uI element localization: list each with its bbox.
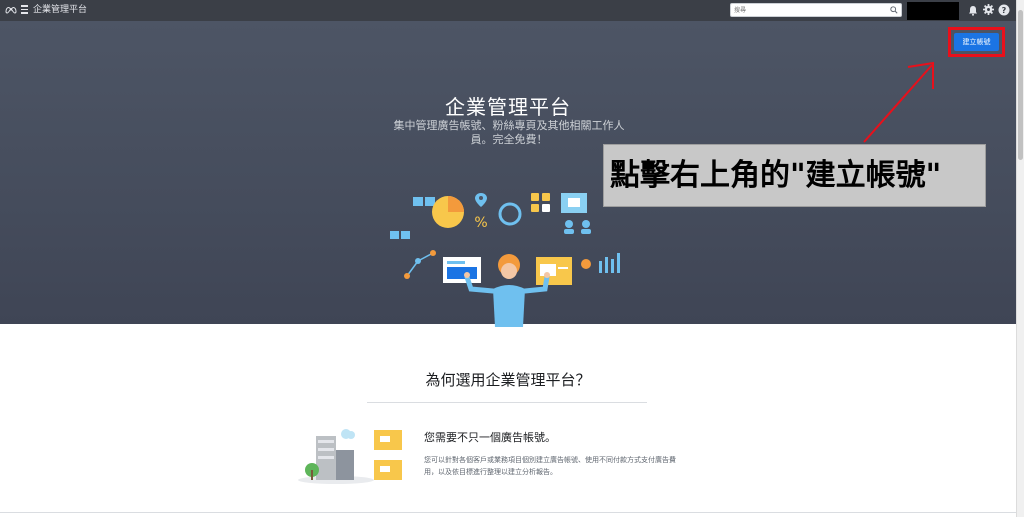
feature-title: 您需要不只一個廣告帳號。 <box>424 431 556 444</box>
svg-text:%: % <box>474 215 487 231</box>
top-navigation-bar: 企業管理平台 ? <box>0 0 1016 21</box>
business-people-illustration: % <box>390 193 620 327</box>
search-input[interactable] <box>734 4 884 16</box>
why-section-title: 為何選用企業管理平台？ <box>425 371 591 389</box>
red-arrow-annotation <box>863 61 934 143</box>
app-title[interactable]: 企業管理平台 <box>33 4 87 16</box>
svg-text:?: ? <box>1002 6 1007 15</box>
account-switcher[interactable] <box>907 2 959 20</box>
search-box[interactable] <box>730 3 902 17</box>
bell-icon[interactable] <box>968 5 978 16</box>
bottom-divider <box>0 512 1016 513</box>
create-button-highlight: 建立帳號 <box>948 27 1005 57</box>
search-icon[interactable] <box>890 6 898 14</box>
page: 企業管理平台 ? <box>0 0 1024 517</box>
feature-description: 您可以針對各個客戶或業務項目個別建立廣告帳號、使用不同付款方式支付廣告費用，以及… <box>424 456 676 476</box>
menu-icon[interactable] <box>21 5 28 14</box>
hero-subtitle: 集中管理廣告帳號、粉絲專頁及其他相關工作人員。完全免費！ <box>393 119 625 146</box>
scrollbar-thumb[interactable] <box>1018 10 1023 160</box>
instruction-callout: 點擊右上角的"建立帳號" <box>603 144 986 207</box>
help-icon[interactable]: ? <box>998 4 1010 16</box>
hero-banner: 企業管理平台 集中管理廣告帳號、粉絲專頁及其他相關工作人員。完全免費！ 建立帳號… <box>0 21 1016 327</box>
vertical-scrollbar[interactable] <box>1016 0 1024 517</box>
callout-text: 點擊右上角的"建立帳號" <box>610 158 942 193</box>
gear-icon[interactable] <box>983 4 994 15</box>
meta-logo-icon[interactable] <box>5 4 17 16</box>
create-account-button[interactable]: 建立帳號 <box>954 33 999 51</box>
ad-accounts-illustration <box>298 429 402 484</box>
section-divider <box>367 402 647 403</box>
